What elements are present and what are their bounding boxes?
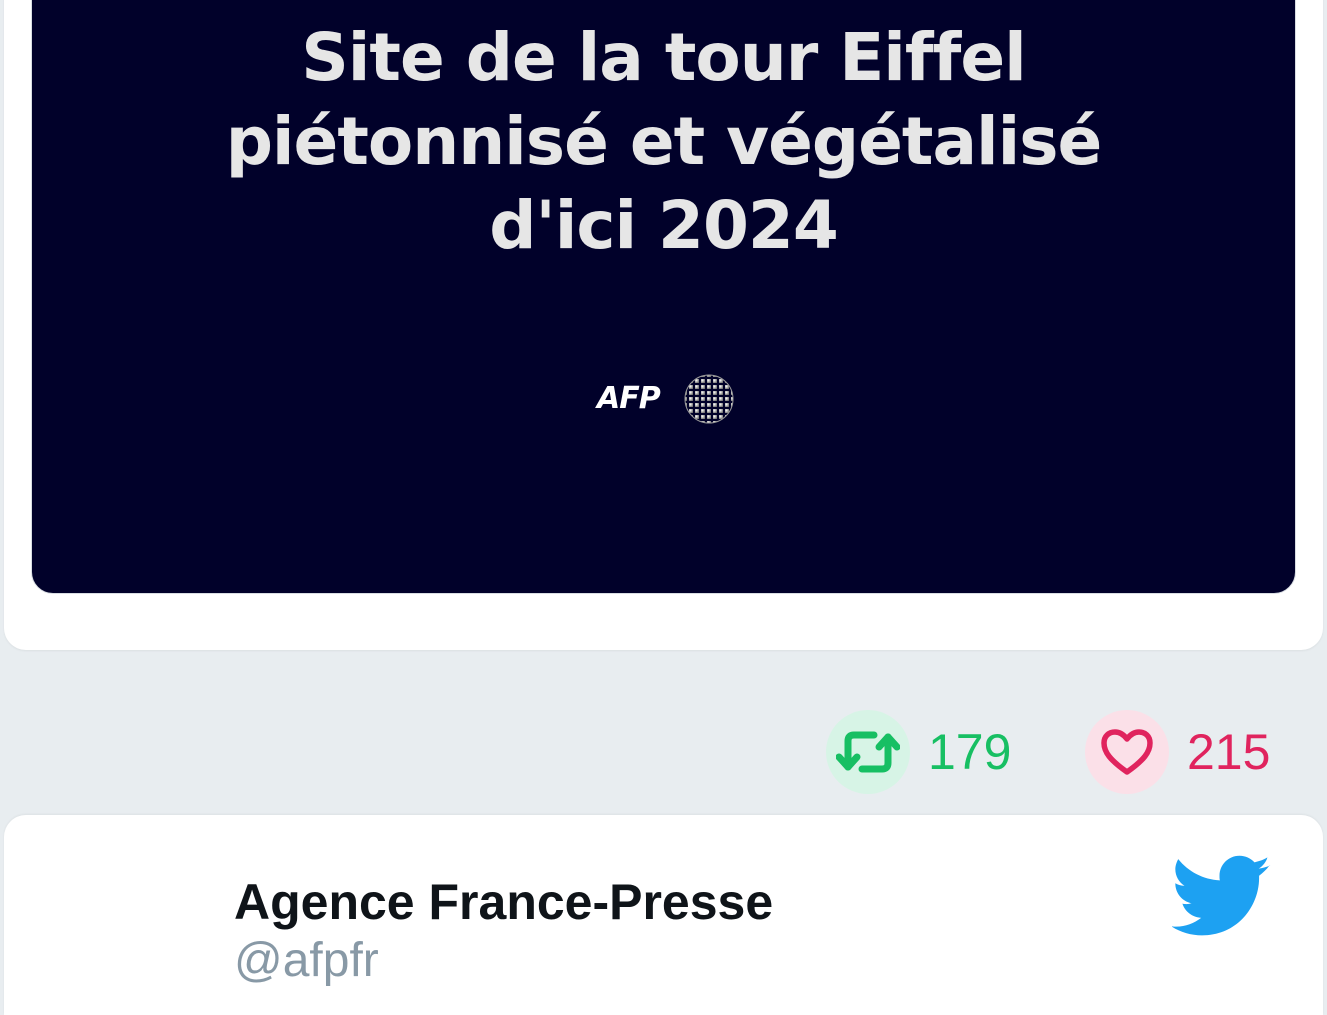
heart-icon [1101, 729, 1153, 775]
twitter-bird-icon[interactable] [1172, 855, 1272, 939]
afp-logo: AFP [597, 373, 737, 427]
media-headline-line: Site de la tour Eiffel [301, 19, 1027, 96]
media-headline-line: d'ici 2024 [489, 187, 839, 264]
media-headline-line: piétonnisé et végétalisé [225, 103, 1103, 180]
author-handle[interactable]: @afpfr [234, 933, 379, 988]
tweet-card: Site de la tour Eiffel piétonnisé et vég… [4, 0, 1323, 650]
like-icon-circle[interactable] [1085, 710, 1169, 794]
retweet-icon [836, 731, 900, 773]
retweet-button[interactable]: 179 [826, 710, 1011, 794]
author-name[interactable]: Agence France-Presse [234, 873, 773, 931]
like-count: 215 [1187, 724, 1271, 780]
like-button[interactable]: 215 [1085, 710, 1270, 794]
tweet-card: Agence France-Presse @afpfr [4, 815, 1323, 1015]
globe-icon [684, 374, 734, 424]
tweet-media-image[interactable]: Site de la tour Eiffel piétonnisé et vég… [31, 0, 1296, 594]
retweet-icon-circle[interactable] [826, 710, 910, 794]
retweet-count: 179 [928, 724, 1012, 780]
media-headline: Site de la tour Eiffel piétonnisé et vég… [32, 16, 1295, 268]
afp-logo-text: AFP [597, 381, 661, 416]
